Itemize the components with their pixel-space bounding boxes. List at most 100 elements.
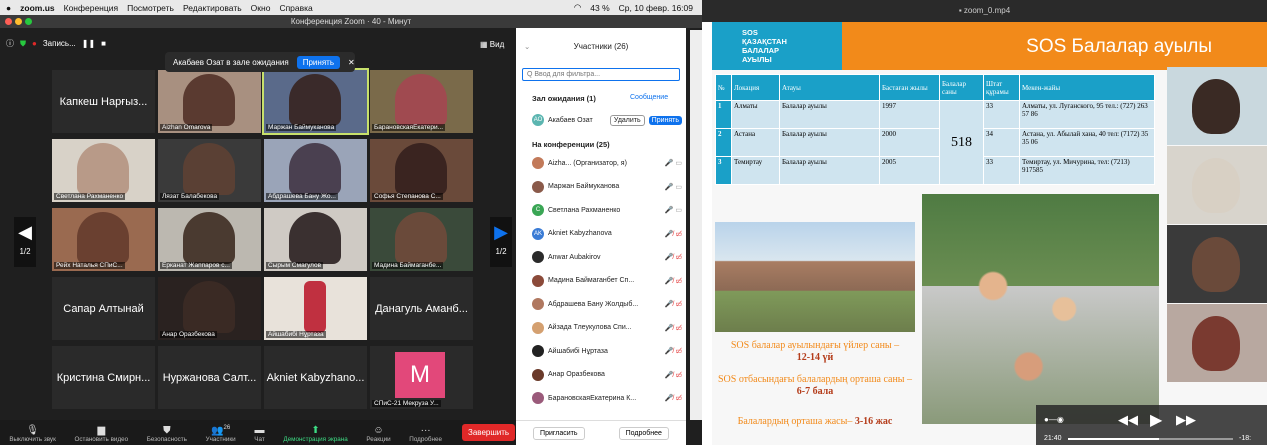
- more-button[interactable]: ··· Подробнее: [409, 425, 442, 443]
- speaker-thumbnail[interactable]: [1167, 225, 1267, 303]
- clock[interactable]: Ср, 10 февр. 16:09: [619, 3, 693, 13]
- security-button[interactable]: ⛊ Безопасность: [147, 425, 187, 443]
- participant-row[interactable]: Маржан Баймуканова 🎤 ▭: [532, 180, 682, 194]
- close-window-button[interactable]: [5, 18, 12, 25]
- participant-row[interactable]: БарановскаяЕкатерина К... 🎤̸ ▭̸: [532, 391, 682, 405]
- speaker-thumbnail[interactable]: [1167, 304, 1267, 382]
- participant-row[interactable]: Aizha... (Организатор, я) 🎤 ▭: [532, 156, 682, 170]
- participant-tile[interactable]: M СПиС-21 Мекруза У...: [370, 346, 473, 409]
- progress-bar[interactable]: [1068, 438, 1233, 440]
- menu-window[interactable]: Окно: [251, 3, 271, 13]
- rewind-button[interactable]: ◀◀: [1118, 412, 1138, 428]
- mic-camera-status-icon[interactable]: 🎤̸ ▭̸: [665, 394, 682, 402]
- previous-page-button[interactable]: ◀ 1/2: [14, 217, 36, 267]
- menu-conference[interactable]: Конференция: [64, 3, 118, 13]
- speaker-thumbnail[interactable]: [1167, 146, 1267, 224]
- shield-icon[interactable]: ⛊: [20, 39, 26, 49]
- participant-row[interactable]: Anwar Aubakirov 🎤̸ ▭̸: [532, 250, 682, 264]
- close-icon[interactable]: ✕: [348, 58, 355, 67]
- participant-tile[interactable]: Aizhan Omarova: [158, 70, 261, 133]
- zoom-window-button[interactable]: [25, 18, 32, 25]
- participant-tile[interactable]: Кристина Смирн...: [52, 346, 155, 409]
- participant-tile-active[interactable]: Маржан Баймуканова: [262, 68, 369, 135]
- invite-button[interactable]: Пригласить: [533, 426, 585, 440]
- admit-button[interactable]: Принять: [648, 115, 682, 125]
- share-screen-button[interactable]: ⬆ Демонстрация экрана: [283, 425, 347, 443]
- participant-row[interactable]: Айзада Тлеукулова Спи... 🎤̸ ▭̸: [532, 321, 682, 335]
- remove-button[interactable]: Удалить: [609, 114, 645, 126]
- play-button[interactable]: ▶: [1150, 410, 1162, 430]
- participant-tile[interactable]: Данагуль Аманб...: [370, 277, 473, 340]
- participant-row[interactable]: С Светлана Рахманенко 🎤 ▭: [532, 203, 682, 217]
- fast-forward-button[interactable]: ▶▶: [1176, 412, 1196, 428]
- mic-camera-status-icon[interactable]: 🎤̸ ▭̸: [665, 324, 682, 332]
- participant-tile[interactable]: Софья Степанова С...: [370, 139, 473, 202]
- mute-button[interactable]: 🎙 Выключить звук: [9, 425, 56, 443]
- reactions-button[interactable]: ☺ Реакции: [366, 425, 390, 443]
- menu-help[interactable]: Справка: [279, 3, 312, 13]
- mic-camera-status-icon[interactable]: 🎤̸ ▭̸: [665, 253, 682, 261]
- participant-tile[interactable]: Сапар Алтынай: [52, 277, 155, 340]
- mic-camera-status-icon[interactable]: 🎤̸ ▭̸: [665, 347, 682, 355]
- stop-video-button[interactable]: ▆ Остановить видео: [74, 425, 128, 443]
- menu-app[interactable]: zoom.us: [20, 3, 54, 13]
- participant-tile[interactable]: Рейх Наталья СПиС...: [52, 208, 155, 271]
- chat-button[interactable]: ▬ Чат: [254, 425, 264, 443]
- page-indicator: 1/2: [495, 247, 507, 256]
- participant-tile[interactable]: Лязат Балабекова: [158, 139, 261, 202]
- panel-scrollbar[interactable]: [690, 30, 702, 420]
- participant-row[interactable]: Мадина Баймаганбет Сп... 🎤̸ ▭̸: [532, 274, 682, 288]
- participant-tile[interactable]: Нуржанова Салт...: [158, 346, 261, 409]
- participant-tile[interactable]: Анар Оразбекова: [158, 277, 261, 340]
- participant-tile[interactable]: Капкеш Нарғыз...: [52, 70, 155, 133]
- mic-camera-status-icon[interactable]: 🎤 ▭: [665, 159, 682, 167]
- participant-tile[interactable]: Светлана Рахманенко: [52, 139, 155, 202]
- participant-tile[interactable]: Мадина Баймаганбе...: [370, 208, 473, 271]
- participant-tile[interactable]: Айшабибі Нұртаза: [264, 277, 367, 340]
- panel-more-button[interactable]: Подробнее: [618, 426, 669, 440]
- mic-camera-status-icon[interactable]: 🎤 ▭: [665, 206, 682, 214]
- waiting-user-row: АО Акабаев Озат Удалить Принять: [532, 113, 682, 127]
- end-meeting-button[interactable]: Завершить: [462, 424, 516, 441]
- participant-tile[interactable]: Абдрашева Бану Жо...: [264, 139, 367, 202]
- zoom-window: ● zoom.us Конференция Посмотреть Редакти…: [0, 0, 702, 445]
- message-link[interactable]: Сообщение: [630, 94, 668, 101]
- participant-name: Айшабибі Нұртаза: [548, 347, 608, 355]
- accept-button[interactable]: Принять: [296, 55, 340, 69]
- participant-tile[interactable]: Akniet Kabyzhano...: [264, 346, 367, 409]
- reaction-icon: ☺: [373, 425, 384, 436]
- apple-icon[interactable]: ●: [6, 3, 11, 13]
- participant-video: [183, 212, 235, 264]
- participant-tile[interactable]: Ерканат Жаппаров с...: [158, 208, 261, 271]
- minimize-window-button[interactable]: [15, 18, 22, 25]
- mic-camera-status-icon[interactable]: 🎤̸ ▭̸: [665, 277, 682, 285]
- volume-slider[interactable]: ●—◉: [1044, 415, 1064, 424]
- pause-recording-button[interactable]: ❚❚: [82, 39, 95, 48]
- participant-row[interactable]: AK Akniet Kabyzhanova 🎤̸ ▭̸: [532, 227, 682, 241]
- houses-count-value: 12-14 үй: [796, 352, 834, 363]
- mic-camera-status-icon[interactable]: 🎤̸ ▭̸: [665, 371, 682, 379]
- speaker-thumbnail[interactable]: [1167, 67, 1267, 145]
- next-page-button[interactable]: ▶ 1/2: [490, 217, 512, 267]
- mic-camera-status-icon[interactable]: 🎤 ▭: [665, 183, 682, 191]
- mic-camera-status-icon[interactable]: 🎤̸ ▭̸: [665, 230, 682, 238]
- participants-button[interactable]: 👥26 Участники: [206, 423, 236, 443]
- participant-row[interactable]: Айшабибі Нұртаза 🎤̸ ▭̸: [532, 344, 682, 358]
- stop-recording-button[interactable]: ■: [101, 39, 106, 48]
- table-cell: 2005: [879, 156, 940, 185]
- participant-tile[interactable]: Сырым Смагулов: [264, 208, 367, 271]
- view-button[interactable]: ▦ Вид: [480, 40, 504, 49]
- participant-row[interactable]: Абдрашева Бану Жолдыб... 🎤̸ ▭̸: [532, 297, 682, 311]
- wifi-icon[interactable]: ◠: [574, 2, 581, 13]
- participant-search-input[interactable]: Q Ввод для фильтра...: [522, 68, 680, 81]
- battery-status[interactable]: 43 %: [590, 3, 609, 13]
- avatar: AK: [532, 227, 544, 240]
- info-icon[interactable]: ⓘ: [6, 38, 14, 49]
- participant-tile[interactable]: БарановскаяЕкатери...: [370, 70, 473, 133]
- participant-row[interactable]: Анар Оразбекова 🎤̸ ▭̸: [532, 368, 682, 382]
- mac-menubar: ● zoom.us Конференция Посмотреть Редакти…: [0, 0, 702, 15]
- mic-camera-status-icon[interactable]: 🎤̸ ▭̸: [665, 300, 682, 308]
- table-cell: 2000: [879, 128, 940, 157]
- menu-edit[interactable]: Редактировать: [183, 3, 242, 13]
- menu-view[interactable]: Посмотреть: [127, 3, 174, 13]
